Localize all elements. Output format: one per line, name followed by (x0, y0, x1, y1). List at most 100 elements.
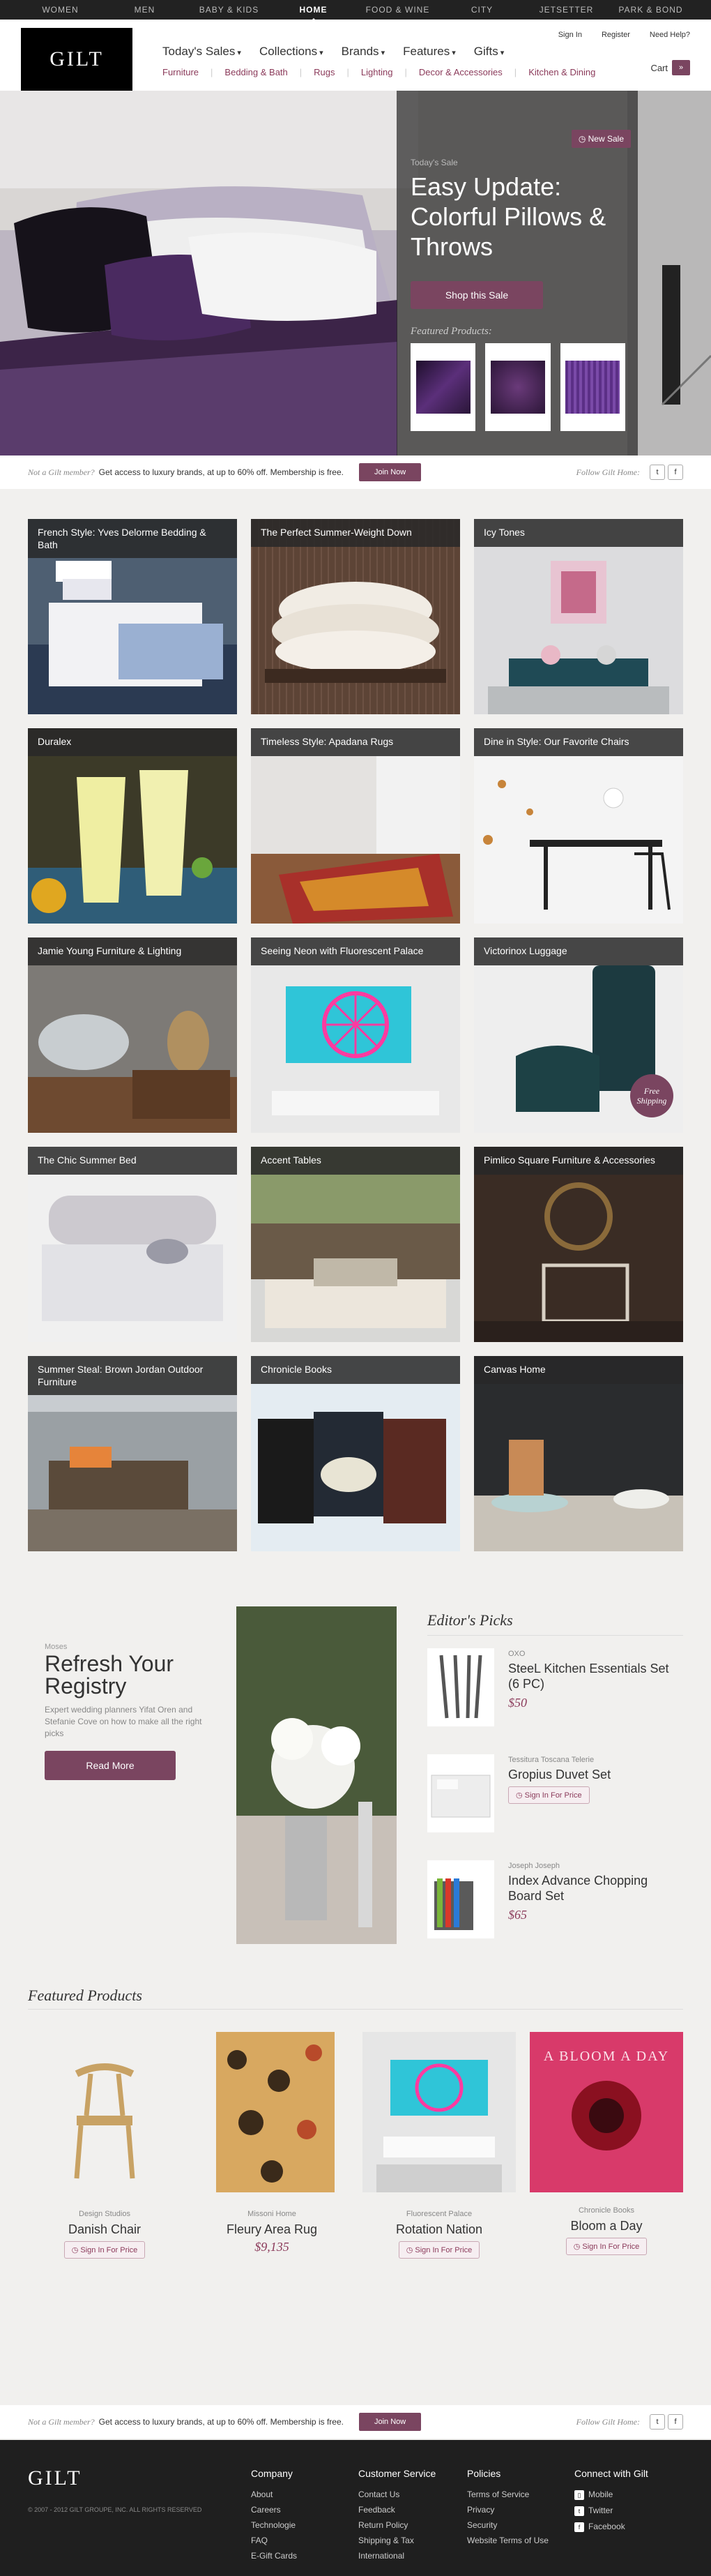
sign-in-label: Sign In For Price (80, 2246, 138, 2254)
sign-in-for-price-button[interactable]: ◷ Sign In For Price (508, 1786, 590, 1804)
footer-link[interactable]: Privacy (467, 2505, 549, 2515)
featured-thumb[interactable] (485, 343, 551, 431)
footer-link-facebook[interactable]: f Facebook (574, 2522, 651, 2532)
footer-link-twitter[interactable]: t Twitter (574, 2506, 651, 2516)
pick-item[interactable]: Joseph Joseph Index Advance Chopping Boa… (427, 1848, 683, 1954)
sale-tile[interactable]: Pimlico Square Furniture & Accessories (474, 1147, 683, 1342)
nav-todays-sales[interactable]: Today's Sales (162, 45, 241, 59)
sale-tile[interactable]: Dine in Style: Our Favorite Chairs (474, 728, 683, 924)
product-name[interactable]: Danish Chair (28, 2222, 181, 2237)
sign-in-for-price-button[interactable]: ◷ Sign In For Price (63, 2241, 146, 2259)
pick-item[interactable]: OXO SteeL Kitchen Essentials Set (6 PC) … (427, 1636, 683, 1742)
subnav-decor-accessories[interactable]: Decor & Accessories (419, 67, 503, 77)
topnav-food-wine[interactable]: FOOD & WINE (356, 5, 440, 15)
sale-tile[interactable]: Duralex (28, 728, 237, 924)
nav-gifts[interactable]: Gifts (474, 45, 505, 59)
tile-image (251, 519, 460, 714)
cart[interactable]: Cart » (650, 60, 690, 75)
shop-sale-button[interactable]: Shop this Sale (411, 281, 543, 309)
nav-brands[interactable]: Brands (342, 45, 385, 59)
member-prompt: Not a Gilt member? (28, 2416, 95, 2427)
product-name[interactable]: Rotation Nation (362, 2222, 516, 2237)
featured-thumb[interactable] (560, 343, 625, 431)
gilt-logo[interactable]: GILT (21, 28, 132, 91)
subnav-bedding-bath[interactable]: Bedding & Bath (224, 67, 287, 77)
sale-tile[interactable]: French Style: Yves Delorme Bedding & Bat… (28, 519, 237, 714)
facebook-icon[interactable]: f (668, 465, 683, 480)
footer-link[interactable]: Technologie (251, 2520, 297, 2530)
subnav-rugs[interactable]: Rugs (314, 67, 335, 77)
topnav-park-bond[interactable]: PARK & BOND (609, 5, 693, 15)
sale-tile[interactable]: Accent Tables (251, 1147, 460, 1342)
sign-in-link[interactable]: Sign In (558, 31, 582, 39)
footer-heading: Customer Service (358, 2468, 436, 2479)
facebook-icon[interactable]: f (668, 2414, 683, 2430)
subnav-lighting[interactable]: Lighting (361, 67, 393, 77)
sign-in-for-price-button[interactable]: ◷ Sign In For Price (565, 2238, 648, 2255)
footer-link[interactable]: Feedback (358, 2505, 436, 2515)
twitter-icon[interactable]: t (650, 2414, 665, 2430)
product-card[interactable]: Fluorescent Palace Rotation Nation ◷ Sig… (362, 2032, 516, 2259)
product-name[interactable]: Bloom a Day (530, 2219, 683, 2234)
subnav-kitchen-dining[interactable]: Kitchen & Dining (528, 67, 595, 77)
footer-link[interactable]: International (358, 2551, 436, 2561)
topnav-jetsetter[interactable]: JETSETTER (524, 5, 609, 15)
topnav-home[interactable]: HOME (271, 5, 356, 21)
topnav-women[interactable]: WOMEN (18, 5, 102, 15)
register-link[interactable]: Register (602, 31, 630, 39)
product-card[interactable]: Design Studios Danish Chair ◷ Sign In Fo… (28, 2032, 181, 2259)
sale-tile[interactable]: Seeing Neon with Fluorescent Palace (251, 937, 460, 1133)
join-now-button[interactable]: Join Now (358, 2413, 422, 2431)
sale-tile[interactable]: Canvas Home (474, 1356, 683, 1551)
sale-tile[interactable]: Timeless Style: Apadana Rugs (251, 728, 460, 924)
footer-link[interactable]: Careers (251, 2505, 297, 2515)
footer-link[interactable]: E-Gift Cards (251, 2551, 297, 2561)
new-sale-label: New Sale (588, 134, 624, 144)
footer-link[interactable]: Terms of Service (467, 2490, 549, 2499)
footer-link[interactable]: About (251, 2490, 297, 2499)
featured-thumb[interactable] (411, 343, 476, 431)
footer-column-customer-service: Customer Service Contact Us Feedback Ret… (358, 2468, 436, 2566)
join-now-button[interactable]: Join Now (358, 463, 422, 481)
sale-tile[interactable]: Victorinox Luggage Free Shipping (474, 937, 683, 1133)
footer-link-mobile[interactable]: ▯ Mobile (574, 2490, 651, 2500)
hero-banner[interactable]: ◷ New Sale Today's Sale Easy Update: Col… (0, 91, 711, 455)
hero-kicker: Today's Sale (411, 158, 458, 167)
product-card[interactable]: A BLOOM A DAY Chronicle Books Bloom a Da… (530, 2032, 683, 2255)
topnav-city[interactable]: CITY (440, 5, 524, 15)
pick-name[interactable]: Gropius Duvet Set (508, 1767, 683, 1782)
topnav-men[interactable]: MEN (102, 5, 187, 15)
chevron-right-icon[interactable]: » (672, 60, 690, 75)
sale-tile[interactable]: The Chic Summer Bed (28, 1147, 237, 1342)
footer-link[interactable]: Return Policy (358, 2520, 436, 2530)
tile-image (251, 1147, 460, 1342)
nav-features[interactable]: Features (403, 45, 456, 59)
sale-tile[interactable]: Jamie Young Furniture & Lighting (28, 937, 237, 1133)
sale-tile[interactable]: The Perfect Summer-Weight Down (251, 519, 460, 714)
need-help-link[interactable]: Need Help? (650, 31, 690, 39)
subnav-furniture[interactable]: Furniture (162, 67, 199, 77)
twitter-icon[interactable]: t (650, 465, 665, 480)
topnav-baby-kids[interactable]: BABY & KIDS (187, 5, 271, 15)
sale-tile[interactable]: Summer Steal: Brown Jordan Outdoor Furni… (28, 1356, 237, 1551)
sign-in-for-price-button[interactable]: ◷ Sign In For Price (398, 2241, 480, 2259)
tile-label: Pimlico Square Furniture & Accessories (474, 1147, 683, 1175)
clock-icon: ◷ (71, 2246, 79, 2254)
pick-name[interactable]: SteeL Kitchen Essentials Set (6 PC) (508, 1661, 683, 1692)
footer-link[interactable]: Website Terms of Use (467, 2536, 549, 2545)
product-card[interactable]: Missoni Home Fleury Area Rug $9,135 (195, 2032, 349, 2254)
sale-tile[interactable]: Icy Tones (474, 519, 683, 714)
pick-item[interactable]: Tessitura Toscana Telerie Gropius Duvet … (427, 1742, 683, 1848)
footer-link[interactable]: Security (467, 2520, 549, 2530)
footer-link[interactable]: FAQ (251, 2536, 297, 2545)
member-prompt: Not a Gilt member? (28, 467, 95, 477)
footer-logo[interactable]: GILT (28, 2466, 82, 2490)
read-more-button[interactable]: Read More (45, 1751, 176, 1780)
footer-link-label: Facebook (588, 2522, 625, 2531)
pick-name[interactable]: Index Advance Chopping Board Set (508, 1873, 683, 1904)
product-name[interactable]: Fleury Area Rug (195, 2222, 349, 2237)
footer-link[interactable]: Shipping & Tax (358, 2536, 436, 2545)
footer-link[interactable]: Contact Us (358, 2490, 436, 2499)
nav-collections[interactable]: Collections (259, 45, 323, 59)
sale-tile[interactable]: Chronicle Books (251, 1356, 460, 1551)
